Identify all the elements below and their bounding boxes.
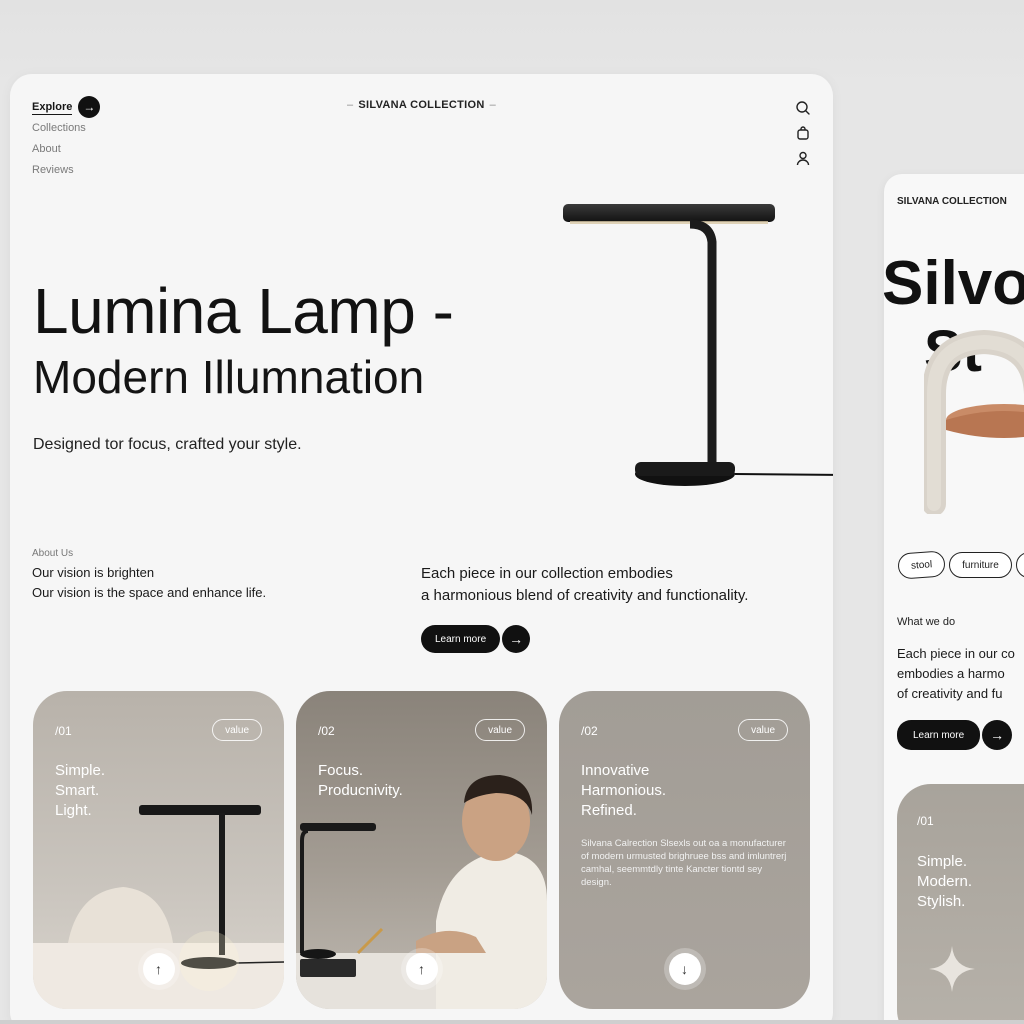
search-icon[interactable] — [795, 100, 811, 116]
hero-title: Lumina Lamp - — [33, 275, 454, 347]
nav-item-about[interactable]: About — [32, 139, 100, 160]
bottom-divider — [0, 1020, 1024, 1024]
brand-name: SILVANA COLLECTION — [358, 99, 485, 111]
mobile-preview-card: SILVANA COLLECTION Silvo St stool furnit… — [884, 174, 1024, 1024]
main-page-card: Explore → Collections About Reviews – SIL… — [10, 74, 833, 1024]
collection-description-line1: Each piece in our collection embodies — [421, 565, 673, 582]
tag-furniture[interactable]: furniture — [949, 552, 1012, 578]
value-badge[interactable]: value — [738, 719, 788, 741]
card-body-text: Silvana Calrection Slsexls out oa a monu… — [581, 838, 787, 888]
value-badge[interactable]: value — [475, 719, 525, 741]
collection-description-line2: a harmonious blend of creativity and fun… — [421, 587, 749, 604]
what-we-do-label: What we do — [897, 616, 956, 628]
arrow-right-icon[interactable]: → — [502, 625, 531, 653]
hero-subtitle: Designed tor focus, crafted your style. — [33, 436, 302, 453]
stool-chair-image — [924, 329, 1024, 514]
card-number: /01 — [55, 724, 72, 738]
card-title: Focus. Producnivity. — [318, 762, 403, 799]
card-number: /01 — [917, 814, 934, 828]
learn-more-button[interactable]: Learn more — [421, 625, 501, 653]
brand-logo[interactable]: – SILVANA COLLECTION – — [10, 99, 833, 111]
mobile-description-line1: Each piece in our co — [897, 646, 1015, 661]
lamp-hero-image — [563, 204, 833, 486]
arrow-down-icon[interactable]: ↓ — [668, 953, 701, 985]
mobile-learn-more-button[interactable]: Learn more — [897, 720, 981, 750]
learn-more-group: Learn more → — [421, 625, 531, 653]
mobile-description-line3: of creativity and fu — [897, 686, 1003, 701]
feature-card-focus[interactable]: /02 value Focus. Producnivity. ↑ — [296, 691, 547, 1009]
nav-item-reviews[interactable]: Reviews — [32, 160, 100, 181]
about-text-line2: Our vision is the space and enhance life… — [32, 585, 267, 600]
mobile-learn-more-group: Learn more → — [897, 720, 1013, 750]
nav-item-collections[interactable]: Collections — [32, 118, 100, 139]
mobile-hero-title: Silvo — [884, 249, 1024, 318]
bag-icon[interactable] — [795, 125, 811, 141]
arrow-right-icon[interactable]: → — [982, 720, 1013, 750]
mobile-feature-card[interactable]: /01 Simple. Modern. Stylish. — [897, 784, 1024, 1024]
about-text-line1: Our vision is brighten — [32, 565, 155, 580]
arrow-up-icon[interactable]: ↑ — [142, 953, 175, 985]
card-title: Simple. Smart. Light. — [55, 762, 106, 819]
feature-card-innovative[interactable]: /02 value Innovative Harmonious. Refined… — [559, 691, 810, 1009]
value-badge[interactable]: value — [212, 719, 262, 741]
header-icons — [795, 100, 811, 166]
user-icon[interactable] — [795, 150, 811, 166]
card-title: Simple. Modern. Stylish. — [917, 853, 973, 910]
about-label: About Us — [32, 548, 74, 559]
tag-more[interactable] — [1015, 552, 1024, 578]
mobile-description-line2: embodies a harmo — [897, 666, 1005, 681]
mobile-description: Each piece in our co embodies a harmo of… — [897, 644, 1024, 704]
brand-dash-right: – — [489, 99, 497, 111]
tag-stool[interactable]: stool — [897, 550, 946, 580]
card-number: /02 — [318, 724, 335, 738]
mobile-brand-logo[interactable]: SILVANA COLLECTION — [897, 196, 1007, 207]
tag-list: stool furniture — [897, 550, 1024, 580]
arrow-up-icon[interactable]: ↑ — [405, 953, 438, 985]
card-title: Innovative Harmonious. Refined. — [581, 762, 667, 819]
card-number: /02 — [581, 724, 598, 738]
hero-title-line2: Modern Illumnation — [33, 351, 425, 403]
feature-card-simple[interactable]: /01 value Simple. Smart. Light. ↑ — [33, 691, 284, 1009]
sparkle-icon — [929, 946, 975, 992]
brand-dash-left: – — [346, 99, 354, 111]
